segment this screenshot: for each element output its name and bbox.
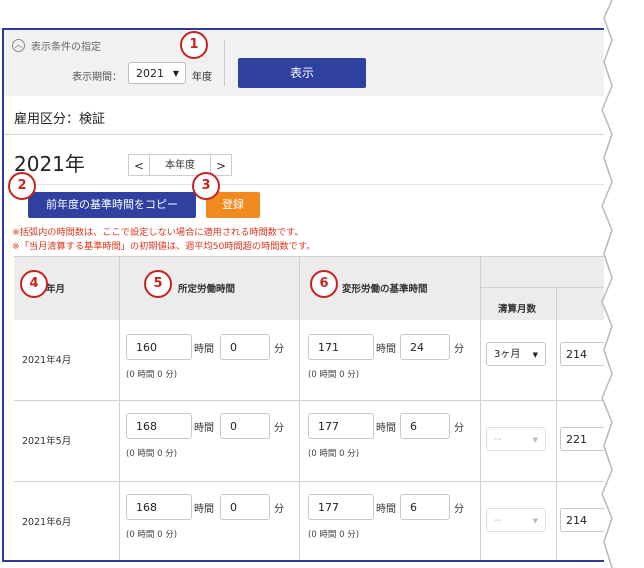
callout-badge-2: 2 [8, 172, 36, 200]
screenshot-frame: ︿ 表示条件の指定 表示期間： 2021 ▼ 年度 表示 雇用区分：検証 202… [0, 0, 644, 568]
callout-badge-1: 1 [180, 31, 208, 59]
callout-badge-5: 5 [144, 270, 172, 298]
callout-badge-3: 3 [192, 172, 220, 200]
callout-badge-6: 6 [310, 270, 338, 298]
callout-badge-4: 4 [20, 270, 48, 298]
